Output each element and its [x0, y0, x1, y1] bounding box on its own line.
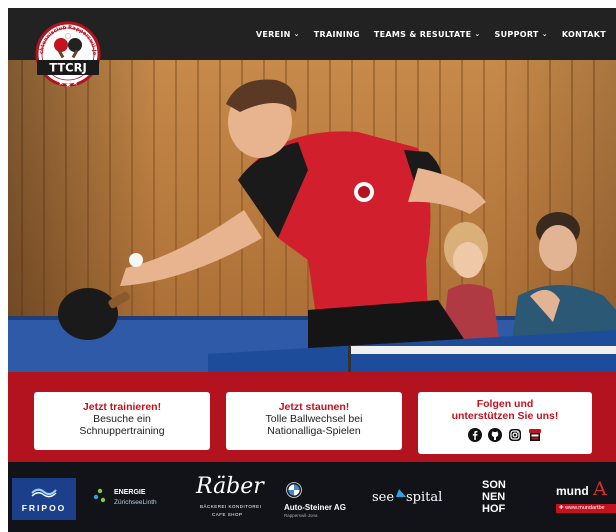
nav-item-teams-resultate[interactable]: TEAMS & RESULTATE ⌄ [374, 30, 481, 39]
cta-card-training[interactable]: Jetzt trainieren! Besuche ein Schnuppert… [34, 392, 210, 450]
facebook-icon[interactable] [468, 428, 482, 442]
sponsor-sonnenhof-line: SON [482, 479, 506, 491]
sponsor-mundart-accent: A [593, 478, 607, 500]
club-logo[interactable]: Tischtennisclub Rapperswil-Jona TTCRJ ★ … [34, 14, 102, 100]
svg-text:★: ★ [58, 79, 64, 87]
sponsor-mundart-url: ✚ www.mundartbe [559, 505, 605, 511]
cta-card-follow: Folgen und unterstützen Sie uns! [418, 392, 592, 454]
card-title: unterstützen Sie uns! [451, 410, 559, 422]
star-icon: ★ ★ ★ [58, 79, 78, 89]
sponsor-see-spital-spital: spital [406, 490, 443, 505]
bmw-logo-icon [286, 482, 302, 498]
leaf-icon [93, 488, 106, 503]
sponsor-raeber-sub: BÄCKEREI KONDITOREI [200, 504, 262, 509]
wave-icon [31, 488, 57, 498]
card-text: Besuche ein [93, 413, 151, 425]
card-text: Nationalliga-Spielen [267, 425, 361, 437]
instagram-icon[interactable] [508, 428, 522, 442]
sponsor-mundart-url-text: www.mundartbe [565, 505, 605, 511]
chevron-down-icon: ⌄ [293, 30, 300, 38]
social-links [418, 428, 592, 442]
sponsor-energie-subtitle: ZürichseeLinth [114, 499, 157, 506]
github-icon[interactable] [488, 428, 502, 442]
main-menu: VEREIN ⌄ TRAINING TEAMS & RESULTATE ⌄ SU… [242, 8, 606, 60]
nav-item-label: SUPPORT [494, 29, 539, 39]
cta-band: Jetzt trainieren! Besuche ein Schnuppert… [8, 372, 616, 462]
cta-card-matches[interactable]: Jetzt staunen! Tolle Ballwechsel bei Nat… [226, 392, 402, 450]
chevron-down-icon: ⌄ [474, 30, 481, 38]
sponsor-auto-steiner-sub: Rapperswil-Jona [284, 513, 318, 518]
svg-text:★: ★ [65, 81, 71, 89]
nav-item-label: KONTAKT [561, 29, 606, 39]
sponsor-strip: FRIPOO ENERGIE ZürichseeLinth Räber BÄCK… [8, 462, 616, 532]
card-title: Jetzt trainieren! [82, 401, 162, 413]
sponsor-sonnenhof-line: NEN [482, 491, 506, 503]
sponsor-mundart[interactable]: mund A ✚ www.mundartbe [556, 462, 616, 532]
sponsor-see-spital[interactable]: see spital [372, 462, 458, 532]
sponsor-sonnenhof-line: HOF [482, 503, 506, 515]
sponsor-energie-title: ENERGIE [114, 489, 146, 496]
nav-item-label: VEREIN [255, 29, 291, 39]
nav-item-support[interactable]: SUPPORT ⌄ [495, 30, 548, 39]
sponsor-fripoo-label: FRIPOO [21, 503, 67, 513]
sponsor-raeber-sub: CAFE SHOP [212, 512, 243, 517]
logo-text: TTCRJ [49, 61, 87, 75]
store-icon[interactable] [528, 428, 542, 442]
sponsor-raeber-logo: Räber [196, 474, 264, 499]
svg-text:★: ★ [72, 79, 78, 87]
card-title: Folgen und [476, 398, 534, 410]
sail-icon [396, 489, 406, 497]
card-title: Jetzt staunen! [278, 401, 350, 413]
nav-item-kontakt[interactable]: KONTAKT [562, 30, 606, 39]
card-text: Tolle Ballwechsel bei [265, 413, 363, 425]
nav-item-label: TRAINING [313, 29, 360, 39]
card-text: Schnuppertraining [79, 425, 165, 437]
nav-item-verein[interactable]: VEREIN ⌄ [256, 30, 300, 39]
chevron-down-icon: ⌄ [541, 30, 548, 38]
sponsor-see-spital-see: see [372, 490, 395, 505]
sponsor-fripoo[interactable]: FRIPOO [12, 462, 76, 532]
sponsor-energie[interactable]: ENERGIE ZürichseeLinth [92, 462, 182, 532]
sponsor-auto-steiner-name: Auto-Steiner AG [284, 503, 346, 512]
sponsor-mundart-name: mund [556, 484, 589, 498]
sponsor-sonnenhof[interactable]: SON NEN HOF [478, 462, 518, 532]
nav-item-training[interactable]: TRAINING [314, 30, 360, 39]
sponsor-auto-steiner[interactable]: Auto-Steiner AG Rapperswil-Jona [280, 462, 370, 532]
sponsor-raeber[interactable]: Räber BÄCKEREI KONDITOREI CAFE SHOP [190, 462, 272, 532]
nav-item-label: TEAMS & RESULTATE [373, 29, 472, 39]
hero-image [8, 60, 616, 372]
